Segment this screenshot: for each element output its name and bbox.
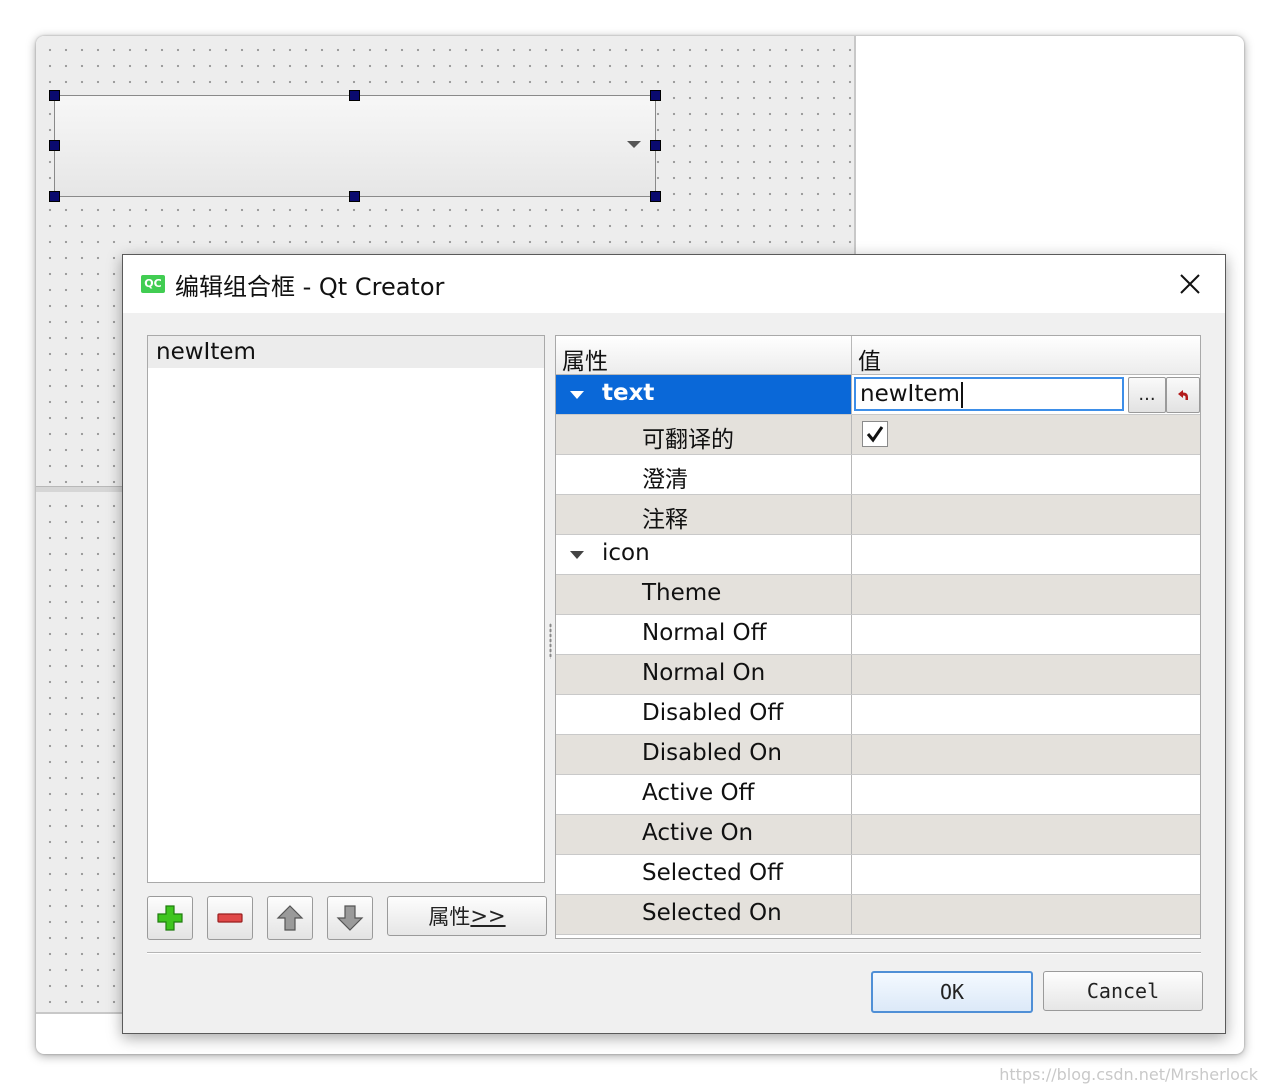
ok-button[interactable]: OK bbox=[871, 971, 1033, 1013]
open-editor-button[interactable]: ... bbox=[1128, 377, 1166, 413]
property-name-cell: Normal Off bbox=[556, 615, 852, 654]
property-row-disambiguation[interactable]: 澄清 bbox=[556, 455, 1200, 495]
property-name: 可翻译的 bbox=[642, 427, 734, 453]
resize-handle[interactable] bbox=[49, 191, 60, 202]
resize-handle[interactable] bbox=[650, 191, 661, 202]
checkmark-icon bbox=[866, 426, 884, 443]
property-name: 澄清 bbox=[642, 467, 688, 493]
properties-button-label: 属性 bbox=[428, 905, 471, 929]
property-name: Normal On bbox=[642, 660, 766, 686]
property-name: 注释 bbox=[642, 507, 688, 533]
chevron-down-icon bbox=[627, 141, 641, 148]
property-row-icon[interactable]: icon bbox=[556, 535, 1200, 575]
text-value: newItem bbox=[860, 381, 960, 407]
remove-item-button[interactable] bbox=[207, 896, 253, 940]
property-row-normal-off[interactable]: Normal Off bbox=[556, 615, 1200, 655]
window-title: 编辑组合框 - Qt Creator bbox=[175, 273, 445, 301]
dialog-separator bbox=[147, 952, 1201, 954]
property-name-cell: 可翻译的 bbox=[556, 415, 852, 454]
property-table[interactable]: 属性 值 text newItem ... 可翻译的 澄清 注释 icon Th… bbox=[555, 335, 1201, 939]
property-name: Selected Off bbox=[642, 860, 783, 886]
combo-box-widget[interactable] bbox=[54, 95, 656, 197]
form-canvas-lower bbox=[36, 492, 136, 1012]
property-row-comment[interactable]: 注释 bbox=[556, 495, 1200, 535]
property-name: Disabled Off bbox=[642, 700, 784, 726]
expand-arrow-icon[interactable] bbox=[570, 391, 584, 399]
resize-handle[interactable] bbox=[49, 140, 60, 151]
expand-arrow-icon[interactable] bbox=[570, 551, 584, 559]
property-row-theme[interactable]: Theme bbox=[556, 575, 1200, 615]
property-name: Active On bbox=[642, 820, 754, 846]
column-header-property[interactable]: 属性 bbox=[562, 342, 608, 376]
property-name: Active Off bbox=[642, 780, 755, 806]
property-row-active-off[interactable]: Active Off bbox=[556, 775, 1200, 815]
property-name-cell: Disabled Off bbox=[556, 695, 852, 734]
property-name-cell: Theme bbox=[556, 575, 852, 614]
reset-arrow-icon bbox=[1178, 390, 1188, 400]
property-name-cell: Normal On bbox=[556, 655, 852, 694]
reset-button[interactable] bbox=[1166, 377, 1200, 413]
property-name-cell: text bbox=[556, 375, 852, 414]
move-up-button[interactable] bbox=[267, 896, 313, 940]
properties-toggle-button[interactable]: 属性 >> bbox=[387, 896, 547, 936]
title-bar: QC 编辑组合框 - Qt Creator bbox=[123, 255, 1225, 313]
close-icon bbox=[1180, 274, 1200, 294]
property-row-text[interactable]: text newItem ... bbox=[556, 375, 1200, 415]
close-button[interactable] bbox=[1155, 255, 1225, 313]
property-name: Theme bbox=[642, 580, 722, 606]
minus-icon bbox=[217, 913, 243, 923]
text-caret bbox=[960, 381, 963, 408]
property-row-disabled-on[interactable]: Disabled On bbox=[556, 735, 1200, 775]
resize-handle[interactable] bbox=[650, 90, 661, 101]
splitter-handle[interactable] bbox=[549, 623, 552, 659]
resize-handle[interactable] bbox=[49, 90, 60, 101]
column-header-value[interactable]: 值 bbox=[858, 342, 881, 376]
property-name: text bbox=[602, 380, 655, 406]
plus-icon bbox=[157, 905, 183, 931]
property-name-cell: 注释 bbox=[556, 495, 852, 534]
resize-handle[interactable] bbox=[349, 90, 360, 101]
property-name-cell: Selected On bbox=[556, 895, 852, 934]
property-row-selected-off[interactable]: Selected Off bbox=[556, 855, 1200, 895]
translatable-checkbox[interactable] bbox=[862, 421, 888, 447]
edit-combobox-dialog: QC 编辑组合框 - Qt Creator newItem 属性 >> 属性 值… bbox=[122, 254, 1226, 1034]
property-row-translatable[interactable]: 可翻译的 bbox=[556, 415, 1200, 455]
property-name-cell: Disabled On bbox=[556, 735, 852, 774]
resize-handle[interactable] bbox=[349, 191, 360, 202]
add-item-button[interactable] bbox=[147, 896, 193, 940]
property-name-cell: Active Off bbox=[556, 775, 852, 814]
properties-button-chevrons: >> bbox=[470, 904, 506, 928]
property-name-cell: Active On bbox=[556, 815, 852, 854]
property-name: Disabled On bbox=[642, 740, 782, 766]
text-value-input[interactable]: newItem bbox=[854, 377, 1124, 411]
move-down-button[interactable] bbox=[327, 896, 373, 940]
property-row-normal-on[interactable]: Normal On bbox=[556, 655, 1200, 695]
property-row-selected-on[interactable]: Selected On bbox=[556, 895, 1200, 935]
resize-handle[interactable] bbox=[650, 140, 661, 151]
items-list[interactable]: newItem bbox=[147, 335, 545, 883]
list-item[interactable]: newItem bbox=[148, 336, 544, 368]
qt-creator-logo-icon: QC bbox=[141, 275, 165, 293]
property-row-disabled-off[interactable]: Disabled Off bbox=[556, 695, 1200, 735]
arrow-down-icon bbox=[336, 905, 364, 931]
property-name: icon bbox=[602, 540, 650, 566]
property-name-cell: Selected Off bbox=[556, 855, 852, 894]
property-name-cell: icon bbox=[556, 535, 852, 574]
property-name-cell: 澄清 bbox=[556, 455, 852, 494]
cancel-button[interactable]: Cancel bbox=[1043, 971, 1203, 1011]
property-row-active-on[interactable]: Active On bbox=[556, 815, 1200, 855]
property-name: Normal Off bbox=[642, 620, 767, 646]
watermark: https://blog.csdn.net/Mrsherlock bbox=[999, 1065, 1258, 1084]
property-name: Selected On bbox=[642, 900, 782, 926]
table-header: 属性 值 bbox=[556, 336, 1200, 375]
arrow-up-icon bbox=[276, 905, 304, 931]
